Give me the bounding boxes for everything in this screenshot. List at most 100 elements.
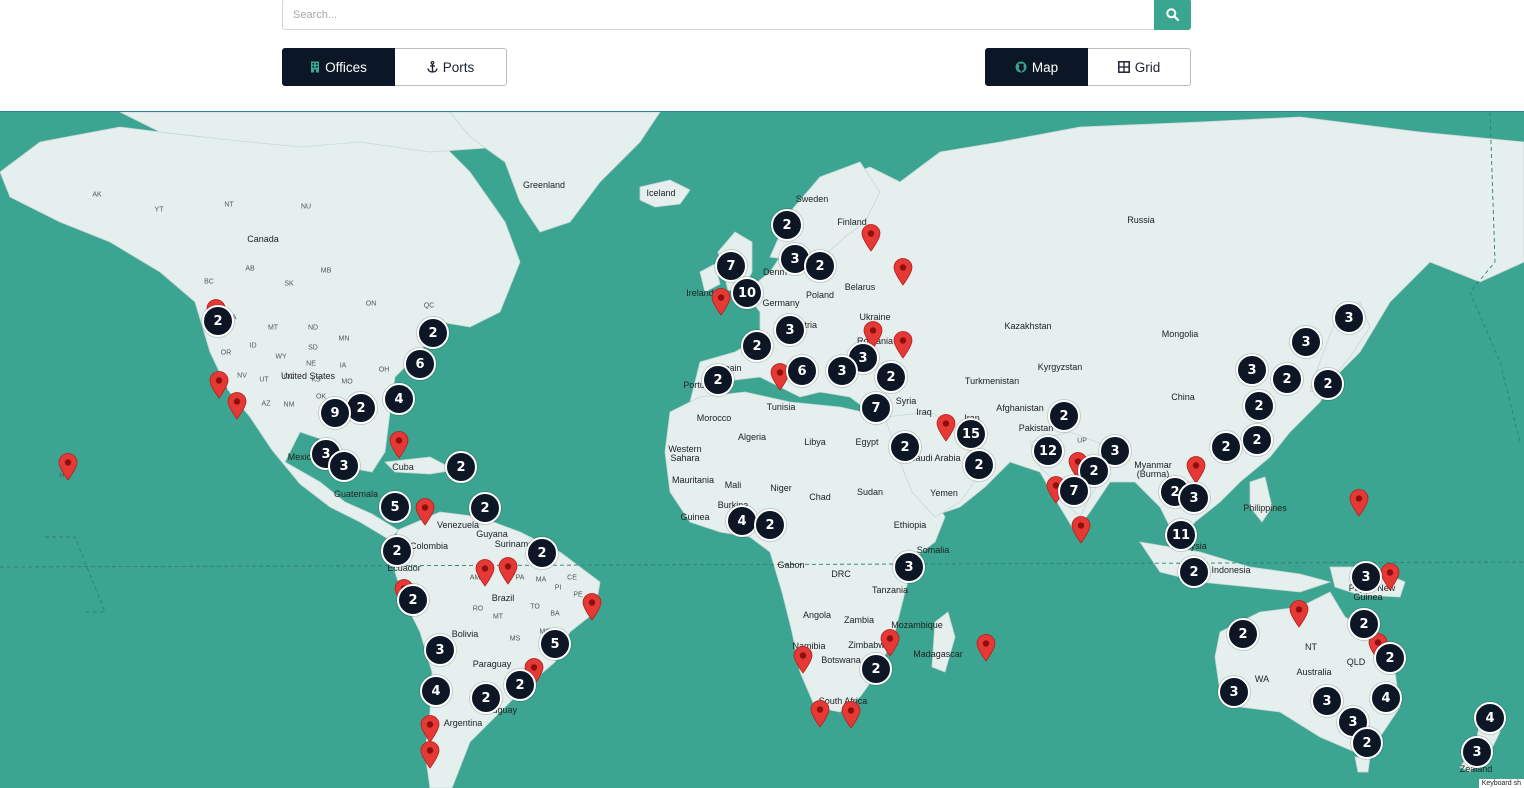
location-pin-icon[interactable] — [880, 629, 900, 657]
office-cluster-marker[interactable]: 6 — [404, 348, 436, 380]
office-cluster-marker[interactable]: 2 — [504, 669, 536, 701]
office-cluster-marker[interactable]: 3 — [1236, 354, 1268, 386]
office-cluster-marker[interactable]: 4 — [726, 505, 758, 537]
office-cluster-marker[interactable]: 2 — [397, 584, 429, 616]
office-cluster-marker[interactable]: 4 — [383, 383, 415, 415]
location-pin-icon[interactable] — [227, 392, 247, 420]
offices-label: Offices — [325, 59, 367, 75]
location-pin-icon[interactable] — [711, 288, 731, 316]
office-cluster-marker[interactable]: 5 — [539, 628, 571, 660]
office-cluster-marker[interactable]: 3 — [1461, 736, 1493, 768]
office-cluster-marker[interactable]: 2 — [702, 364, 734, 396]
office-cluster-marker[interactable]: 7 — [1058, 475, 1090, 507]
location-pin-icon[interactable] — [861, 224, 881, 252]
search-button[interactable] — [1154, 0, 1191, 30]
office-cluster-marker[interactable]: 2 — [1241, 424, 1273, 456]
office-cluster-marker[interactable]: 2 — [417, 317, 449, 349]
office-cluster-marker[interactable]: 2 — [526, 537, 558, 569]
location-pin-icon[interactable] — [810, 700, 830, 728]
globe-icon — [1015, 61, 1027, 73]
office-cluster-marker[interactable]: 9 — [319, 397, 351, 429]
location-pin-icon[interactable] — [475, 559, 495, 587]
search-input[interactable] — [282, 0, 1154, 30]
office-cluster-marker[interactable]: 2 — [1351, 727, 1383, 759]
office-cluster-marker[interactable]: 2 — [741, 330, 773, 362]
office-cluster-marker[interactable]: 4 — [420, 675, 452, 707]
office-cluster-marker[interactable]: 2 — [963, 449, 995, 481]
office-cluster-marker[interactable]: 2 — [875, 361, 907, 393]
ports-tab[interactable]: Ports — [395, 48, 507, 86]
office-cluster-marker[interactable]: 2 — [470, 682, 502, 714]
office-cluster-marker[interactable]: 3 — [774, 314, 806, 346]
location-pin-icon[interactable] — [893, 331, 913, 359]
office-cluster-marker[interactable]: 2 — [1243, 390, 1275, 422]
office-cluster-marker[interactable]: 2 — [1312, 368, 1344, 400]
office-cluster-marker[interactable]: 2 — [469, 492, 501, 524]
office-cluster-marker[interactable]: 2 — [771, 209, 803, 241]
grid-icon — [1117, 61, 1130, 73]
office-cluster-marker[interactable]: 6 — [786, 355, 818, 387]
location-pin-icon[interactable] — [420, 715, 440, 743]
office-cluster-marker[interactable]: 2 — [1178, 556, 1210, 588]
office-cluster-marker[interactable]: 10 — [731, 277, 763, 309]
location-pin-icon[interactable] — [841, 701, 861, 729]
office-cluster-marker[interactable]: 3 — [1218, 676, 1250, 708]
indonesia-islands — [1139, 541, 1332, 593]
office-cluster-marker[interactable]: 3 — [1311, 685, 1343, 717]
category-toggle: Offices Ports — [282, 48, 507, 86]
location-pin-icon[interactable] — [58, 453, 78, 481]
location-pin-icon[interactable] — [1289, 600, 1309, 628]
office-cluster-marker[interactable]: 4 — [1474, 702, 1506, 734]
office-cluster-marker[interactable]: 2 — [1271, 363, 1303, 395]
search-bar — [282, 0, 1191, 30]
location-pin-icon[interactable] — [582, 593, 602, 621]
tasmania-landmass — [1354, 756, 1371, 773]
office-cluster-marker[interactable]: 2 — [860, 653, 892, 685]
location-pin-icon[interactable] — [209, 371, 229, 399]
view-toggle: Map Grid — [985, 48, 1191, 86]
office-cluster-marker[interactable]: 2 — [381, 535, 413, 567]
location-pin-icon[interactable] — [389, 431, 409, 459]
office-cluster-marker[interactable]: 15 — [955, 418, 987, 450]
grid-view-label: Grid — [1134, 59, 1161, 75]
office-cluster-marker[interactable]: 12 — [1032, 435, 1064, 467]
office-cluster-marker[interactable]: 4 — [1370, 682, 1402, 714]
map-view-tab[interactable]: Map — [985, 48, 1088, 86]
office-cluster-marker[interactable]: 2 — [1048, 400, 1080, 432]
office-cluster-marker[interactable]: 2 — [445, 451, 477, 483]
office-cluster-marker[interactable]: 7 — [860, 392, 892, 424]
office-cluster-marker[interactable]: 11 — [1165, 519, 1197, 551]
offices-tab[interactable]: Offices — [282, 48, 395, 86]
office-cluster-marker[interactable]: 3 — [1178, 482, 1210, 514]
location-pin-icon[interactable] — [893, 258, 913, 286]
map-view-label: Map — [1031, 59, 1059, 75]
location-pin-icon[interactable] — [936, 414, 956, 442]
location-pin-icon[interactable] — [420, 741, 440, 769]
office-cluster-marker[interactable]: 2 — [889, 431, 921, 463]
office-cluster-marker[interactable]: 2 — [1374, 642, 1406, 674]
location-pin-icon[interactable] — [415, 498, 435, 526]
grid-view-tab[interactable]: Grid — [1088, 48, 1191, 86]
office-cluster-marker[interactable]: 3 — [826, 355, 858, 387]
office-cluster-marker[interactable]: 2 — [804, 250, 836, 282]
location-pin-icon[interactable] — [1071, 516, 1091, 544]
office-cluster-marker[interactable]: 3 — [893, 551, 925, 583]
location-pin-icon[interactable] — [1349, 489, 1369, 517]
location-pin-icon[interactable] — [793, 646, 813, 674]
office-cluster-marker[interactable]: 3 — [1350, 561, 1382, 593]
office-cluster-marker[interactable]: 3 — [424, 634, 456, 666]
office-cluster-marker[interactable]: 2 — [1348, 608, 1380, 640]
office-cluster-marker[interactable]: 5 — [379, 491, 411, 523]
location-pin-icon[interactable] — [498, 557, 518, 585]
office-cluster-marker[interactable]: 2 — [1210, 431, 1242, 463]
location-pin-icon[interactable] — [1186, 456, 1206, 484]
world-map[interactable]: Greenland Iceland Sweden Finland Russia Canad… — [0, 111, 1524, 788]
location-pin-icon[interactable] — [1380, 563, 1400, 591]
office-cluster-marker[interactable]: 2 — [202, 305, 234, 337]
office-cluster-marker[interactable]: 3 — [1290, 326, 1322, 358]
office-cluster-marker[interactable]: 2 — [754, 509, 786, 541]
office-cluster-marker[interactable]: 3 — [328, 450, 360, 482]
office-cluster-marker[interactable]: 2 — [1227, 618, 1259, 650]
office-cluster-marker[interactable]: 3 — [1333, 302, 1365, 334]
location-pin-icon[interactable] — [976, 634, 996, 662]
